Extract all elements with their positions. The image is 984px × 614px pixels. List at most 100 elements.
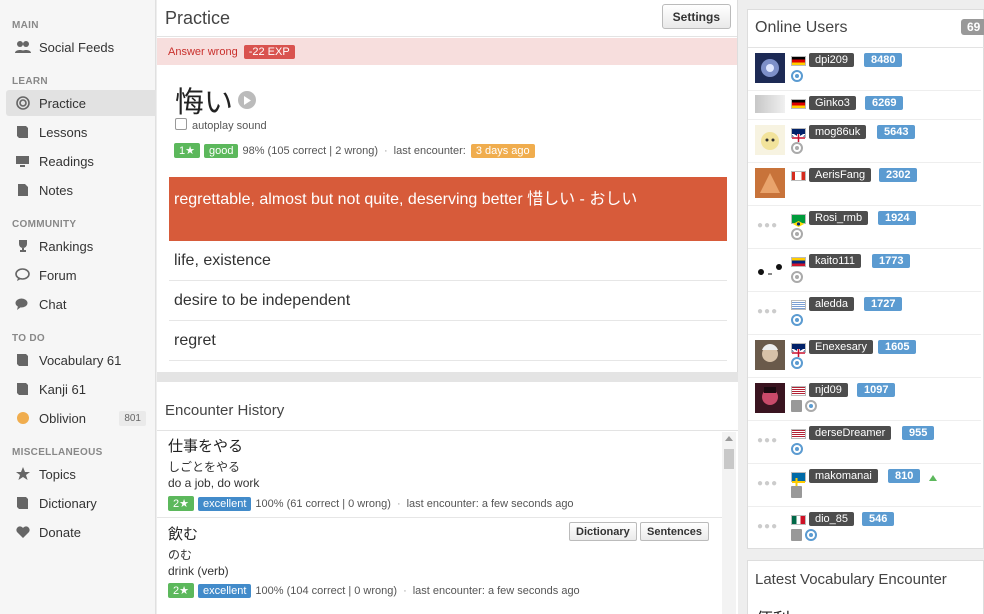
history-scrollbar[interactable] xyxy=(722,432,736,614)
user-row[interactable]: ●●● derseDreamer 955 xyxy=(748,421,981,464)
user-status-icons xyxy=(791,357,803,369)
avatar[interactable] xyxy=(755,168,785,198)
user-row[interactable]: ●●● makomanai 810 xyxy=(748,464,981,507)
sidebar-item-lessons[interactable]: Lessons xyxy=(6,119,156,145)
scrollbar-thumb[interactable] xyxy=(724,449,734,469)
avatar[interactable] xyxy=(755,340,785,370)
latest-word[interactable]: 便利 xyxy=(756,605,790,614)
sidebar-item-readings[interactable]: Readings xyxy=(6,148,156,174)
user-name[interactable]: kaito111 xyxy=(809,254,861,268)
users-icon xyxy=(14,39,31,55)
user-points: 1727 xyxy=(864,297,903,311)
sidebar-item-rankings[interactable]: Rankings xyxy=(6,233,156,259)
user-name[interactable]: Enexesary xyxy=(809,340,873,354)
users-count-badge: 69 xyxy=(961,19,984,35)
word-card: 悔い autoplay sound 1★ good 98% (105 corre… xyxy=(168,77,727,167)
avatar[interactable] xyxy=(755,257,785,279)
autoplay-label: autoplay sound xyxy=(192,120,267,132)
exp-badge: -22 EXP xyxy=(243,44,295,59)
play-icon[interactable] xyxy=(238,91,256,109)
avatar-placeholder-icon: ●●● xyxy=(757,521,779,532)
sidebar-item-vocabulary[interactable]: Vocabulary 61 xyxy=(6,347,156,373)
flag-icon xyxy=(791,128,806,143)
dictionary-button[interactable]: Dictionary xyxy=(569,522,637,541)
sidebar-item-practice[interactable]: Practice xyxy=(6,90,156,116)
settings-button[interactable]: Settings xyxy=(661,4,731,29)
sidebar-item-social-feeds[interactable]: Social Feeds xyxy=(6,34,156,60)
avatar[interactable] xyxy=(755,125,785,155)
user-row[interactable]: Enexesary 1605 xyxy=(748,335,981,378)
flag-icon xyxy=(791,171,806,181)
user-name[interactable]: derseDreamer xyxy=(809,426,892,440)
user-row[interactable]: ●●● dio_85 546 xyxy=(748,507,981,548)
user-row[interactable]: kaito111 1773 xyxy=(748,249,981,292)
sidebar-item-kanji[interactable]: Kanji 61 xyxy=(6,376,156,402)
sidebar-item-donate[interactable]: Donate xyxy=(6,519,156,545)
answer-option[interactable]: life, existence xyxy=(169,241,727,281)
user-name[interactable]: aledda xyxy=(809,297,855,311)
last-encounter-badge: 3 days ago xyxy=(470,143,535,158)
history-word[interactable]: 飲む xyxy=(168,523,198,544)
book-icon xyxy=(14,495,31,511)
sidebar-item-label: Social Feeds xyxy=(39,39,115,55)
user-name[interactable]: dpi209 xyxy=(809,53,855,67)
user-points: 1924 xyxy=(878,211,917,225)
user-row[interactable]: mog86uk 5643 xyxy=(748,120,981,163)
last-encounter-text: last encounter: a few seconds ago xyxy=(412,584,580,597)
sidebar-item-notes[interactable]: Notes xyxy=(6,177,156,203)
user-row[interactable]: ●●● Rosi_rmb 1924 xyxy=(748,206,981,249)
history-stats: 2★ excellent 100% (104 correct | 0 wrong… xyxy=(168,583,580,598)
user-row[interactable]: dpi209 8480 xyxy=(748,48,981,91)
user-points: 6269 xyxy=(865,96,904,110)
answer-option[interactable]: regret xyxy=(169,321,727,361)
user-row[interactable]: njd09 1097 xyxy=(748,378,981,421)
sidebar-item-dictionary[interactable]: Dictionary xyxy=(6,490,156,516)
user-row[interactable]: ●●● aledda 1727 xyxy=(748,292,981,335)
sentences-button[interactable]: Sentences xyxy=(640,522,710,541)
autoplay-checkbox[interactable] xyxy=(175,118,187,130)
user-name[interactable]: AerisFang xyxy=(809,168,872,182)
trophy-icon xyxy=(14,238,31,254)
user-name[interactable]: Ginko3 xyxy=(809,96,856,110)
user-name[interactable]: makomanai xyxy=(809,469,878,483)
app-root: MAIN Social Feeds LEARN Practice Lessons… xyxy=(0,0,984,614)
sidebar-item-label: Dictionary xyxy=(39,495,97,511)
user-name[interactable]: mog86uk xyxy=(809,125,867,139)
encounter-history-panel: Encounter History 仕事をやる しごとをやる do a job,… xyxy=(157,382,738,614)
avatar[interactable] xyxy=(755,95,785,113)
avatar[interactable] xyxy=(755,53,785,83)
user-name[interactable]: njd09 xyxy=(809,383,848,397)
level-badge: 2★ xyxy=(168,583,194,598)
user-status-icons xyxy=(791,400,817,412)
user-name[interactable]: dio_85 xyxy=(809,512,855,526)
scroll-up-arrow-icon[interactable] xyxy=(725,436,733,441)
answer-option[interactable]: desire to be independent xyxy=(169,281,727,321)
user-points: 1097 xyxy=(857,383,896,397)
book-icon xyxy=(791,529,802,541)
history-item: 飲む Dictionary Sentences のむ drink (verb) … xyxy=(157,519,722,614)
flag-icon xyxy=(791,99,806,109)
user-row[interactable]: AerisFang 2302 xyxy=(748,163,981,206)
history-stats: 2★ excellent 100% (61 correct | 0 wrong)… xyxy=(168,496,574,511)
section-title-learn: LEARN xyxy=(12,76,48,87)
avatar[interactable] xyxy=(755,383,785,413)
last-encounter-label: last encounter: xyxy=(393,144,466,157)
sidebar-item-topics[interactable]: Topics xyxy=(6,461,156,487)
sidebar-item-label: Notes xyxy=(39,182,73,198)
quality-badge: excellent xyxy=(197,496,252,511)
user-row[interactable]: Ginko3 6269 xyxy=(748,91,981,120)
sidebar-item-label: Forum xyxy=(39,267,77,283)
page-title: Practice xyxy=(165,7,231,28)
user-status-icons xyxy=(791,228,803,240)
history-reading: のむ xyxy=(168,548,193,562)
level-badge: 1★ xyxy=(174,143,200,158)
sidebar-item-forum[interactable]: Forum xyxy=(6,262,156,288)
user-name[interactable]: Rosi_rmb xyxy=(809,211,869,225)
answer-option-correct[interactable]: regrettable, almost but not quite, deser… xyxy=(169,177,727,241)
stats-text: 100% (61 correct | 0 wrong) xyxy=(255,497,391,510)
user-points: 546 xyxy=(862,512,895,526)
sidebar-item-chat[interactable]: Chat xyxy=(6,291,156,317)
sidebar-item-oblivion[interactable]: Oblivion 801 xyxy=(6,405,156,431)
history-word[interactable]: 仕事をやる xyxy=(168,435,243,456)
history-item: 仕事をやる しごとをやる do a job, do work 2★ excell… xyxy=(157,432,722,518)
